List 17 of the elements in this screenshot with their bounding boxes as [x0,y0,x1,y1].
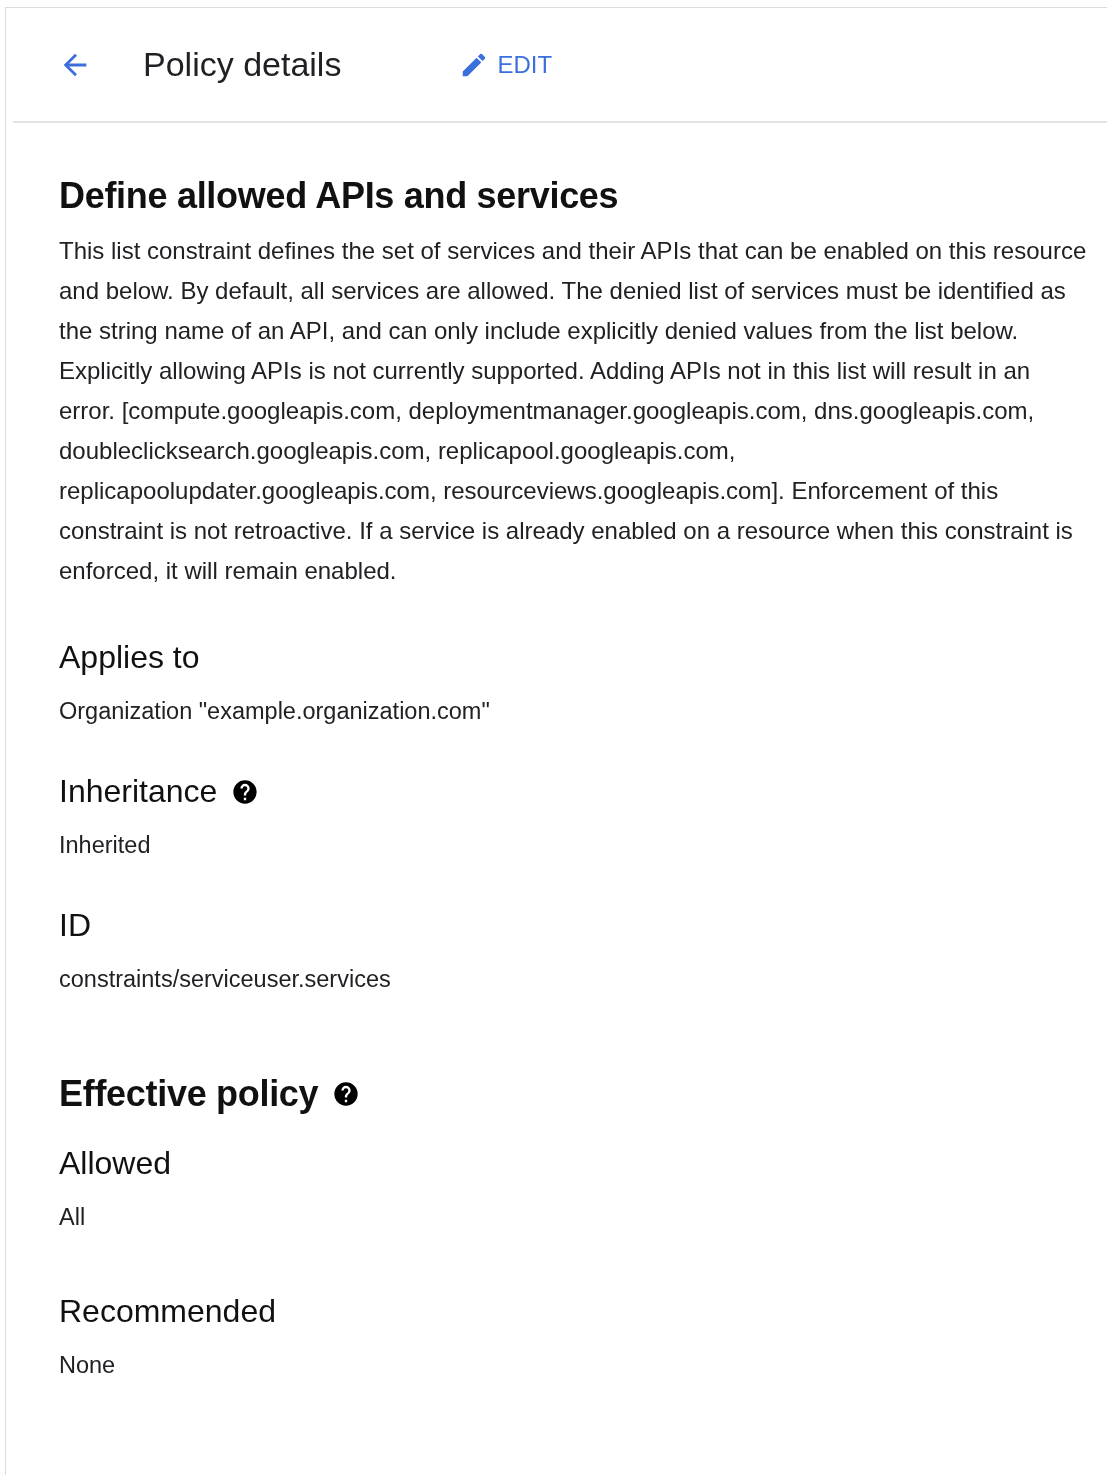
field-value: Inherited [59,832,152,859]
field-value: None [59,1352,117,1379]
field-label: Recommended [59,1293,276,1330]
field-value: All [59,1204,87,1231]
section-heading: Effective policy [59,1073,319,1115]
help-icon[interactable] [231,777,260,806]
field-value: Organization "example.organization.com" [59,698,491,725]
edit-button[interactable]: EDIT [459,49,553,80]
field-label: ID [59,907,91,944]
help-icon[interactable] [332,1080,361,1108]
field-label: Applies to [59,639,200,676]
field-label: Allowed [59,1145,172,1182]
field-value: constraints/serviceuser.services [59,966,392,993]
page-title: Policy details [143,45,342,84]
constraint-description: This list constraint defines the set of services and their APIs that can be enabled on this resource and below. By default, all services are allowed. The denied list of services must be identified as the string name of an API, and can only include explicitly denied values from the list below. Explicitly allowing APIs is not currently supported. Adding APIs not in this list will result in an error. [compute.googleapis.com, deploymentmanager.googleapis.com, dns.googleapis.com, doubleclicksearch.googleapis.com, replicapool.googleapis.com, replicapoolupdater.googleapis.com, resourceviews.googleapis.com]. Enforcement of this constraint is not retroactive. If a service is already enabled on a resource when this constraint is enforced, it will remain enabled. [59,236,1088,586]
constraint-title: Define allowed APIs and services [59,175,620,217]
field-label: Inheritance [59,773,218,810]
